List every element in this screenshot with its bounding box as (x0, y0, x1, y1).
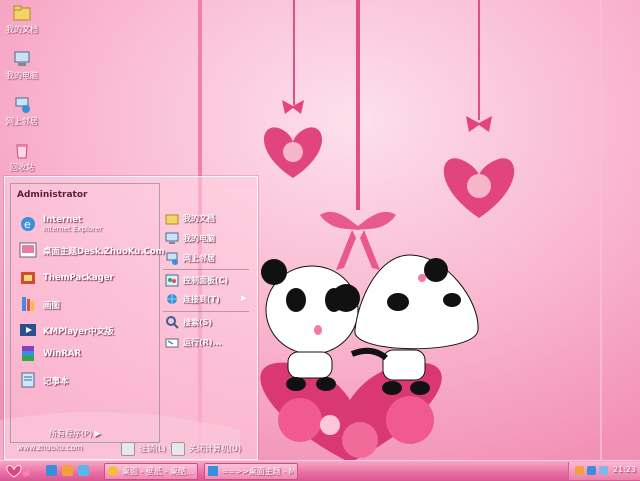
network-icon (15, 97, 30, 113)
logoff-label: 注销(L) (139, 444, 166, 453)
control-panel-icon (165, 274, 179, 287)
start-item-subtitle: Internet Explorer (43, 225, 103, 233)
start-right-run[interactable]: 运行(R)... (163, 335, 251, 351)
run-icon (165, 338, 179, 348)
power-icon (171, 442, 185, 456)
shutdown-label: 关闭计算机(U) (189, 444, 242, 453)
taskbar-button-label: ==>>桌面主题 - M... (222, 467, 294, 476)
computer-icon (165, 232, 179, 244)
start-item-title: 桌面主题Desk.ZhuoKu.Com (43, 247, 165, 257)
paint-icon (22, 297, 34, 311)
network-status-icon[interactable] (587, 466, 596, 475)
svg-text:e: e (24, 218, 31, 231)
computer-icon (14, 51, 30, 66)
start-right-network[interactable]: 网上邻居 (163, 251, 251, 267)
desktop-icon-my-documents[interactable]: 我的文档 (0, 4, 44, 35)
taskbar-button-browser[interactable]: 桌面 - 壁纸 - 桌酷... (104, 463, 198, 480)
taskbar-button-label: 桌面 - 壁纸 - 桌酷... (122, 467, 194, 476)
start-item-kmplayer[interactable]: KMPlayer中文版 (17, 320, 157, 340)
desktop-icon-label: 网上邻居 (6, 117, 38, 126)
internet-explorer-icon: e (21, 217, 35, 231)
theme-icon (19, 242, 37, 258)
folder-icon (13, 5, 31, 21)
start-item-internet[interactable]: e Internet Internet Explorer (17, 214, 157, 234)
start-item-title: WinRAR (43, 349, 82, 359)
network-icon (166, 252, 178, 265)
divider (163, 311, 249, 312)
start-item-thempackager[interactable]: ThemPackager (17, 268, 157, 288)
notepad-icon (21, 372, 35, 388)
start-menu-user-name: Administrator (17, 190, 88, 200)
desktop-icon-my-computer[interactable]: 我的电脑 (0, 50, 44, 81)
start-right-label: 连接到(T) (183, 295, 220, 304)
start-menu-footer: 注销(L) 关闭计算机(U) (5, 439, 257, 459)
quick-launch-media-icon[interactable] (62, 465, 73, 476)
start-button[interactable] (0, 461, 40, 481)
folder-icon (165, 214, 179, 225)
taskbar: 桌面 - 壁纸 - 桌酷... ==>>桌面主题 - M... 21:23 (0, 460, 640, 481)
start-right-my-computer[interactable]: 我的电脑 (163, 231, 251, 247)
start-right-label: 我的文档 (183, 214, 215, 223)
start-right-my-documents[interactable]: 我的文档 (163, 211, 251, 227)
user-status-icon[interactable] (575, 466, 584, 475)
logoff-icon (121, 442, 135, 456)
start-item-title: Internet (43, 215, 83, 225)
start-menu-left-pane: Administrator e Internet Internet Explor… (10, 183, 165, 443)
start-item-theme[interactable]: 桌面主题Desk.ZhuoKu.Com (17, 240, 165, 260)
clock: 21:23 (613, 465, 637, 474)
taskbar-button-window[interactable]: ==>>桌面主题 - M... (204, 463, 298, 480)
arrow-right-icon: ▶ (94, 429, 101, 438)
desktop-icon-network[interactable]: 网上邻居 (0, 96, 44, 127)
all-programs-label: 所有程序(P) (49, 429, 93, 438)
start-item-paint[interactable]: 画图 (17, 294, 157, 314)
winrar-icon (22, 346, 34, 361)
system-tray: 21:23 (568, 462, 640, 480)
start-item-title: 画图 (43, 301, 61, 311)
packager-icon (21, 272, 35, 284)
start-right-label: 我的电脑 (183, 234, 215, 243)
start-right-search[interactable]: 搜索(S) (163, 315, 251, 331)
start-menu: Administrator e Internet Internet Explor… (4, 176, 258, 460)
volume-icon[interactable] (599, 466, 608, 475)
recycle-bin-icon (16, 144, 28, 159)
start-right-label: 网上邻居 (183, 254, 215, 263)
desktop-icon-recycle-bin[interactable]: 回收站 (0, 142, 44, 173)
start-right-label: 控制面板(C) (183, 276, 229, 285)
start-right-label: 搜索(S) (183, 318, 213, 327)
desktop-icon-label: 我的电脑 (6, 71, 38, 80)
start-right-control-panel[interactable]: 控制面板(C) (163, 273, 251, 289)
connect-icon (167, 294, 177, 304)
all-programs-button[interactable]: 所有程序(P) ▶ (49, 428, 101, 439)
browser-icon (108, 466, 118, 476)
start-item-title: ThemPackager (43, 273, 114, 283)
start-item-winrar[interactable]: WinRAR (17, 344, 157, 364)
desktop-icon-label: 回收站 (10, 163, 34, 172)
start-item-notepad[interactable]: 记事本 (17, 370, 157, 390)
window-icon (208, 466, 218, 476)
search-icon (166, 316, 179, 329)
divider (163, 269, 249, 270)
quick-launch-desktop-icon[interactable] (78, 465, 89, 476)
media-player-icon (20, 324, 36, 336)
start-item-title: KMPlayer中文版 (43, 327, 114, 337)
arrow-right-icon: ▶ (241, 294, 247, 302)
quick-launch-ie-icon[interactable] (46, 465, 57, 476)
start-right-connect-to[interactable]: 连接到(T) ▶ (163, 292, 251, 308)
start-item-title: 记事本 (43, 377, 69, 387)
desktop-icon-label: 我的文档 (6, 25, 38, 34)
start-right-label: 运行(R)... (183, 338, 222, 347)
